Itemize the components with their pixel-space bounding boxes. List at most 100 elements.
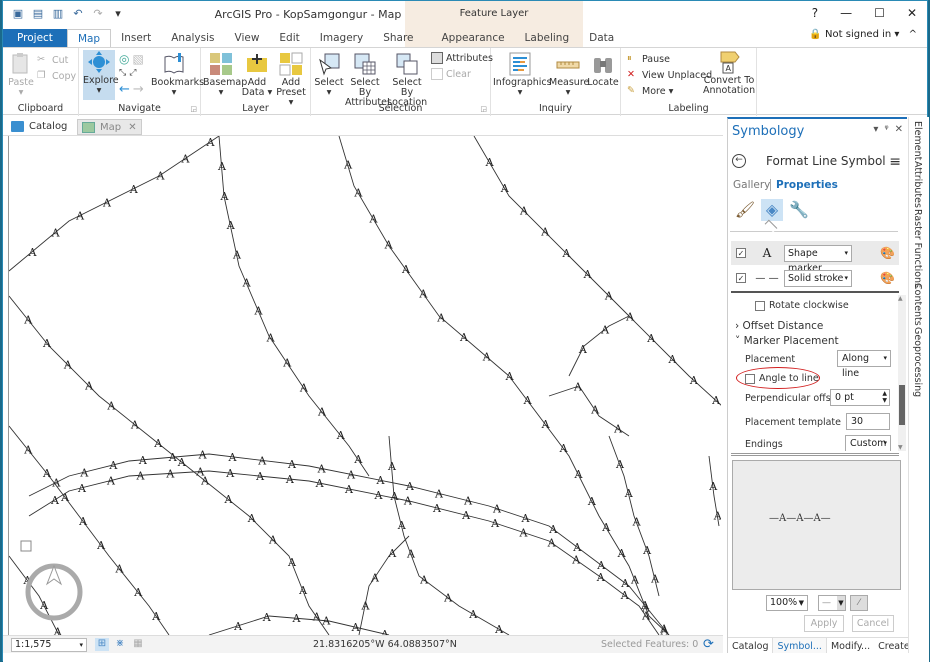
apply-button[interactable]: Apply [804,615,844,632]
endings-dropdown[interactable]: Custom ▾ [845,435,891,451]
explore-button[interactable]: Explore ▾ [83,50,119,100]
marker-placement-section[interactable]: ˅ Marker Placement [735,335,839,347]
maximize-button[interactable]: ☐ [874,6,885,20]
tab-map[interactable]: Map [66,29,112,48]
basemap-button[interactable]: Basemap ▾ [203,52,247,98]
map-line-feature[interactable] [9,295,330,635]
symbol-layer-shape-marker[interactable]: ✓ A Shape marker ▾ 🎨 [731,241,899,274]
hamburger-menu-icon[interactable]: ≡ [889,154,901,170]
map-line-feature[interactable] [28,470,660,635]
full-extent-button[interactable]: ◎ ▧ [119,52,144,66]
refresh-icon[interactable]: ⟳ [703,637,714,652]
map-line-feature[interactable] [388,435,510,635]
locate-button[interactable]: Locate [587,52,619,88]
add-preset-button[interactable]: Add Preset ▾ [273,52,309,108]
select-by-location-button[interactable]: Select By Location [387,52,427,108]
pause-labeling-button[interactable]: ⏸ Pause [627,53,670,65]
add-data-button[interactable]: Add Data ▾ [241,52,273,98]
customize-qat-button[interactable]: ▾ [111,7,125,21]
map-canvas[interactable]: AAAAAAAAAAAAAAAAAAAAAAAAAAAAAAAAAAAAAAAA… [9,136,721,635]
scroll-up-icon[interactable]: ▲ [898,295,903,302]
tab-labeling[interactable]: Labeling [515,29,580,48]
attributes-button[interactable]: Attributes [431,52,493,64]
layer-type-dropdown[interactable]: Shape marker ▾ [784,244,852,274]
spinner-icon[interactable]: ▲ ▼ [882,390,887,404]
offset-distance-section[interactable]: › Offset Distance [735,320,823,332]
selection-options-launcher[interactable]: ◲ [480,105,487,113]
tab-project[interactable]: Project [3,29,67,48]
convert-to-annotation-button[interactable]: A Convert To Annotation [703,50,755,96]
map-line-feature[interactable] [358,535,410,635]
back-arrow-icon[interactable]: ← [119,82,130,97]
rotate-clockwise-option[interactable]: Rotate clockwise [755,300,849,311]
tab-edit[interactable]: Edit [269,29,309,48]
scroll-down-icon[interactable]: ▼ [898,444,903,451]
preview-splitter[interactable] [731,453,899,456]
layer-visibility-checkbox[interactable]: ✓ [736,248,746,258]
measure-button[interactable]: Measure ▾ [549,52,589,98]
tab-analysis[interactable]: Analysis [161,29,224,48]
redo-button[interactable]: ↷ [91,7,105,21]
pane-options-button[interactable]: ▾ [873,124,878,135]
grid-icon[interactable]: ▦ [131,638,145,651]
symbol-layer-solid-stroke[interactable]: ✓ — — Solid stroke ▾ 🎨 [731,266,899,290]
map-view[interactable]: AAAAAAAAAAAAAAAAAAAAAAAAAAAAAAAAAAAAAAAA… [8,136,721,635]
save-project-icon[interactable]: ▥ [51,7,65,21]
pin-icon[interactable]: ᵠ [884,124,888,135]
tab-insert[interactable]: Insert [111,29,161,48]
doc-tab-catalog[interactable]: Catalog [7,119,71,135]
side-tab-attributes[interactable]: Attributes [912,161,923,208]
map-line-feature[interactable] [218,136,370,477]
navigator-toggle-button[interactable] [20,540,32,552]
tab-properties[interactable]: Properties [776,179,838,191]
tab-data[interactable]: Data [579,29,624,48]
view-unplaced-button[interactable]: ✕ View Unplaced [627,69,712,81]
preview-geometry-dropdown[interactable]: — ▼ [818,595,846,611]
scrollbar-thumb[interactable] [899,385,905,425]
fixed-zoom-buttons[interactable]: ⤡ ⤢ [119,68,136,78]
layers-icon[interactable]: ◈ [761,199,783,221]
clear-selection-button[interactable]: Clear [431,68,471,80]
placement-template-input[interactable]: 30 [846,413,890,430]
scale-selector[interactable]: 1:1,575 ▾ [11,638,87,652]
close-pane-button[interactable]: ✕ [895,124,903,135]
wrench-icon[interactable]: 🔧 [788,199,810,221]
side-tab-raster-functions[interactable]: Raster Functions [912,209,923,288]
zoom-out-fixed-icon[interactable]: ⤢ [129,68,136,78]
help-button[interactable]: ? [812,6,818,20]
cancel-button[interactable]: Cancel [852,615,894,632]
tab-appearance[interactable]: Appearance [432,29,515,48]
previous-extent-icon[interactable]: ▧ [132,52,143,66]
open-project-icon[interactable]: ▤ [31,7,45,21]
close-map-tab-button[interactable]: ✕ [128,122,136,133]
select-button[interactable]: Select ▾ [313,52,345,98]
grid-snapping-icon[interactable]: ⋇ [113,638,127,651]
side-tab-contents[interactable]: Contents [912,283,923,326]
side-tab-element[interactable]: Element [912,121,923,160]
tab-view[interactable]: View [225,29,270,48]
symbol-brush-icon[interactable]: 🖌 [734,199,756,221]
placement-dropdown[interactable]: Along line ▾ [837,350,891,379]
preview-background-toggle[interactable]: ⁄ [850,595,868,611]
map-line-feature[interactable] [473,136,721,406]
tab-gallery[interactable]: Gallery [733,179,770,191]
color-lock-icon[interactable]: 🎨 [880,271,895,285]
snapping-icon[interactable]: ⊞ [95,638,109,651]
layer-visibility-checkbox[interactable]: ✓ [736,273,746,283]
minimize-button[interactable]: — [840,6,852,20]
rotate-clockwise-checkbox[interactable] [755,300,765,311]
cut-button[interactable]: ✂ Cut [37,54,68,66]
infographics-button[interactable]: Infographics ▾ [493,52,552,98]
side-tab-geoprocessing[interactable]: Geoprocessing [912,327,923,397]
tab-share[interactable]: Share [373,29,423,48]
perpendicular-offset-input[interactable]: 0 pt ▲ ▼ [830,389,890,406]
color-lock-icon[interactable]: 🎨 [880,246,895,260]
doc-tab-map[interactable]: Map ✕ [77,119,142,135]
collapse-ribbon-button[interactable]: ^ [909,29,917,40]
properties-scrollbar[interactable]: ▲ ▼ [898,295,906,451]
sign-in-status[interactable]: 🔒 Not signed in ▾ ^ [809,29,917,40]
layer-type-dropdown[interactable]: Solid stroke ▾ [784,269,852,287]
close-button[interactable]: ✕ [907,6,917,20]
select-by-attributes-button[interactable]: Select By Attributes [345,52,392,108]
preview-zoom-dropdown[interactable]: 100% ▼ [766,595,808,611]
